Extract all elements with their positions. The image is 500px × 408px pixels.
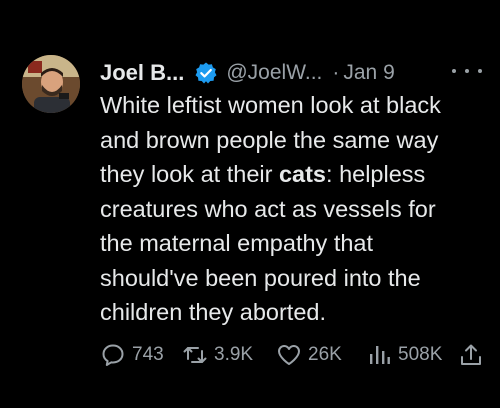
post-header: Joel B... @JoelW... · Jan 9 xyxy=(100,58,395,88)
reply-button[interactable]: 743 xyxy=(100,340,164,370)
tweet: Joel B... @JoelW... · Jan 9 White leftis… xyxy=(0,0,500,408)
views-button[interactable]: 508K xyxy=(366,340,442,370)
avatar[interactable] xyxy=(22,55,80,113)
views-bar-chart-icon xyxy=(370,346,390,364)
repost-count: 3.9K xyxy=(214,344,254,365)
action-bar: 743 3.9K 26K 508K xyxy=(100,340,500,370)
post-line: children they aborted. xyxy=(100,299,327,325)
like-count: 26K xyxy=(308,344,342,365)
like-button[interactable]: 26K xyxy=(276,340,342,370)
post-line: creatures who act as vessels for xyxy=(100,195,436,222)
repost-button[interactable]: 3.9K xyxy=(182,340,253,370)
reply-icon xyxy=(102,344,124,366)
author-name[interactable]: Joel B... xyxy=(100,60,184,86)
separator-dot: · xyxy=(332,61,340,84)
post-line: and brown people the same way xyxy=(100,126,439,153)
share-icon xyxy=(461,344,481,365)
author-handle[interactable]: @JoelW... xyxy=(226,61,322,85)
post-text: White leftist women look at black and br… xyxy=(100,88,490,330)
views-count: 508K xyxy=(398,344,443,365)
repost-icon xyxy=(183,347,207,363)
post-line: they look at their cats: helpless xyxy=(100,161,426,187)
post-date[interactable]: Jan 9 xyxy=(343,61,394,85)
post-line: White leftist women look at black xyxy=(100,92,441,118)
avatar-photo xyxy=(22,55,80,113)
bold-word: cats xyxy=(278,161,327,187)
post-line: should've been poured into the xyxy=(100,264,421,291)
post-line: the maternal empathy that xyxy=(100,230,374,256)
verified-badge-icon xyxy=(194,61,218,85)
reply-count: 743 xyxy=(132,344,164,365)
share-button[interactable] xyxy=(458,340,484,370)
heart-icon xyxy=(278,345,300,365)
more-dots-icon[interactable] xyxy=(452,64,482,78)
